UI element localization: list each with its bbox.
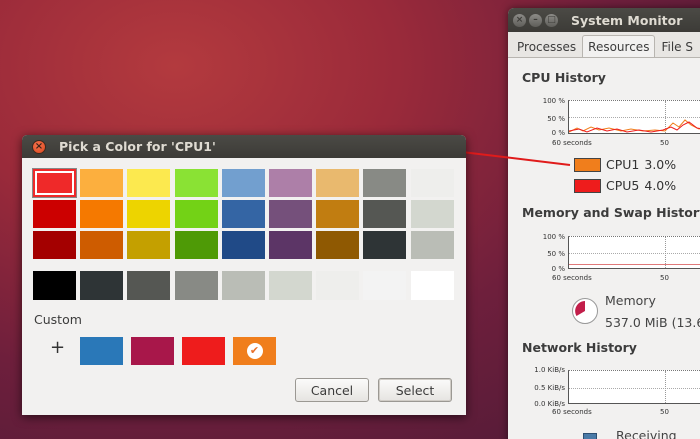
- color-picker-dialog: × Pick a Color for 'CPU1' Custom + ✔ Can…: [22, 135, 466, 415]
- custom-color-swatch[interactable]: [131, 337, 174, 365]
- color-swatch[interactable]: [127, 169, 171, 197]
- dialog-titlebar: × Pick a Color for 'CPU1': [22, 135, 466, 158]
- color-swatch[interactable]: [268, 169, 312, 197]
- checkmark-icon: ✔: [246, 343, 263, 359]
- cancel-button[interactable]: Cancel: [295, 378, 369, 402]
- color-swatch[interactable]: [316, 169, 360, 197]
- color-swatch[interactable]: [410, 169, 454, 197]
- color-swatch[interactable]: [221, 200, 265, 228]
- add-custom-color-button[interactable]: +: [50, 339, 65, 357]
- select-button[interactable]: Select: [378, 378, 452, 402]
- color-swatch[interactable]: [80, 200, 124, 228]
- gray-swatch[interactable]: [363, 271, 407, 300]
- color-swatch[interactable]: [127, 200, 171, 228]
- color-swatch[interactable]: [268, 231, 312, 259]
- custom-color-swatch[interactable]: [80, 337, 123, 365]
- color-swatch[interactable]: [316, 231, 360, 259]
- color-swatch[interactable]: [127, 231, 171, 259]
- color-swatch[interactable]: [363, 200, 407, 228]
- color-swatch[interactable]: [33, 231, 76, 259]
- gray-swatch[interactable]: [316, 271, 360, 300]
- gray-swatch[interactable]: [410, 271, 454, 300]
- custom-color-swatch[interactable]: ✔: [233, 337, 276, 365]
- gray-swatch[interactable]: [268, 271, 312, 300]
- color-palette: [33, 169, 454, 259]
- custom-color-swatch[interactable]: [182, 337, 225, 365]
- gray-swatch[interactable]: [127, 271, 171, 300]
- dialog-title: Pick a Color for 'CPU1': [59, 139, 216, 154]
- color-swatch[interactable]: [221, 231, 265, 259]
- color-swatch[interactable]: [363, 231, 407, 259]
- color-swatch[interactable]: [221, 169, 265, 197]
- color-swatch[interactable]: [410, 231, 454, 259]
- custom-colors: ✔: [80, 337, 276, 365]
- close-icon[interactable]: ×: [32, 139, 46, 154]
- gray-swatch[interactable]: [80, 271, 124, 300]
- color-swatch[interactable]: [410, 200, 454, 228]
- color-swatch[interactable]: [268, 200, 312, 228]
- color-swatch[interactable]: [316, 200, 360, 228]
- gray-swatch[interactable]: [221, 271, 265, 300]
- gray-swatch[interactable]: [33, 271, 76, 300]
- color-swatch[interactable]: [174, 200, 218, 228]
- gray-swatch[interactable]: [174, 271, 218, 300]
- gray-palette: [33, 271, 454, 300]
- color-swatch[interactable]: [363, 169, 407, 197]
- color-swatch[interactable]: [80, 231, 124, 259]
- color-swatch[interactable]: [80, 169, 124, 197]
- color-swatch[interactable]: [174, 169, 218, 197]
- color-swatch[interactable]: [33, 200, 76, 228]
- custom-label: Custom: [34, 312, 82, 327]
- color-swatch[interactable]: [33, 169, 76, 197]
- color-swatch[interactable]: [174, 231, 218, 259]
